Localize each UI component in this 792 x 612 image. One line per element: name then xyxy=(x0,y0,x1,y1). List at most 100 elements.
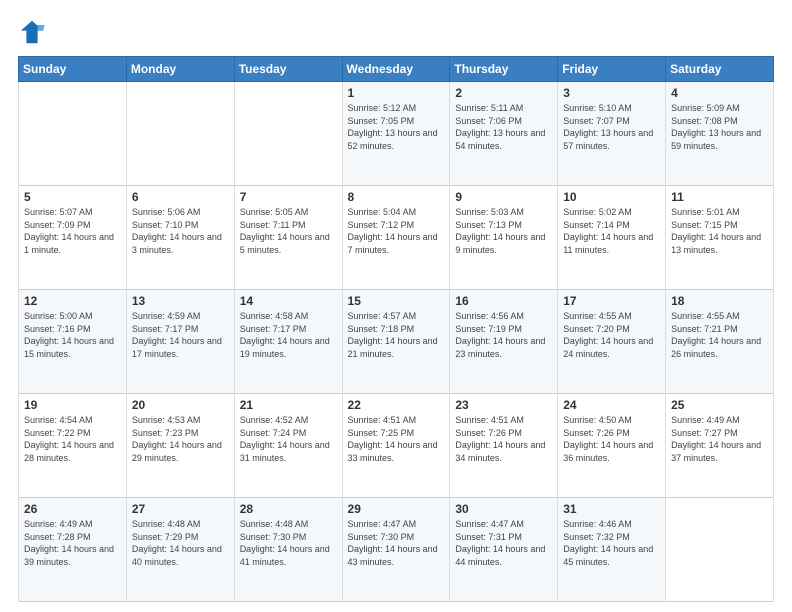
day-info: Sunrise: 5:06 AMSunset: 7:10 PMDaylight:… xyxy=(132,206,229,256)
day-number: 6 xyxy=(132,190,229,204)
day-number: 25 xyxy=(671,398,768,412)
calendar-cell xyxy=(19,82,127,186)
day-info: Sunrise: 4:59 AMSunset: 7:17 PMDaylight:… xyxy=(132,310,229,360)
day-info: Sunrise: 4:47 AMSunset: 7:30 PMDaylight:… xyxy=(348,518,445,568)
calendar-cell: 14Sunrise: 4:58 AMSunset: 7:17 PMDayligh… xyxy=(234,290,342,394)
day-info: Sunrise: 4:49 AMSunset: 7:27 PMDaylight:… xyxy=(671,414,768,464)
calendar-cell: 13 Sunrise: 4:59 AMSunset: 7:17 PMDayligh… xyxy=(126,290,234,394)
header xyxy=(18,18,774,46)
day-number: 23 xyxy=(455,398,552,412)
day-number: 9 xyxy=(455,190,552,204)
day-number: 30 xyxy=(455,502,552,516)
weekday-header-thursday: Thursday xyxy=(450,57,558,82)
day-info: Sunrise: 4:48 AMSunset: 7:30 PMDaylight:… xyxy=(240,518,337,568)
day-number: 24 xyxy=(563,398,660,412)
calendar-cell: 3Sunrise: 5:10 AMSunset: 7:07 PMDaylight… xyxy=(558,82,666,186)
day-info: Sunrise: 4:46 AMSunset: 7:32 PMDaylight:… xyxy=(563,518,660,568)
calendar-cell: 11 Sunrise: 5:01 AMSunset: 7:15 PMDayligh… xyxy=(666,186,774,290)
day-info: Sunrise: 4:50 AMSunset: 7:26 PMDaylight:… xyxy=(563,414,660,464)
day-number: 18 xyxy=(671,294,768,308)
day-number: 28 xyxy=(240,502,337,516)
day-number: 2 xyxy=(455,86,552,100)
calendar-body: 1 Sunrise: 5:12 AMSunset: 7:05 PMDaylight… xyxy=(19,82,774,602)
calendar-cell xyxy=(126,82,234,186)
calendar-cell: 19Sunrise: 4:54 AMSunset: 7:22 PMDayligh… xyxy=(19,394,127,498)
calendar-cell: 23Sunrise: 4:51 AMSunset: 7:26 PMDayligh… xyxy=(450,394,558,498)
day-number: 10 xyxy=(563,190,660,204)
day-number: 31 xyxy=(563,502,660,516)
calendar-cell: 5 Sunrise: 5:07 AMSunset: 7:09 PMDaylight… xyxy=(19,186,127,290)
calendar-cell: 25 Sunrise: 4:49 AMSunset: 7:27 PMDayligh… xyxy=(666,394,774,498)
week-row-3: 12Sunrise: 5:00 AMSunset: 7:16 PMDayligh… xyxy=(19,290,774,394)
day-number: 16 xyxy=(455,294,552,308)
calendar-cell: 10Sunrise: 5:02 AMSunset: 7:14 PMDayligh… xyxy=(558,186,666,290)
day-number: 4 xyxy=(671,86,768,100)
calendar-cell: 27 Sunrise: 4:48 AMSunset: 7:29 PMDayligh… xyxy=(126,498,234,602)
day-info: Sunrise: 5:00 AMSunset: 7:16 PMDaylight:… xyxy=(24,310,121,360)
day-info: Sunrise: 4:51 AMSunset: 7:25 PMDaylight:… xyxy=(348,414,445,464)
day-info: Sunrise: 4:49 AMSunset: 7:28 PMDaylight:… xyxy=(24,518,121,568)
day-info: Sunrise: 5:05 AMSunset: 7:11 PMDaylight:… xyxy=(240,206,337,256)
calendar-cell: 26 Sunrise: 4:49 AMSunset: 7:28 PMDayligh… xyxy=(19,498,127,602)
day-number: 5 xyxy=(24,190,121,204)
weekday-row: SundayMondayTuesdayWednesdayThursdayFrid… xyxy=(19,57,774,82)
logo xyxy=(18,18,50,46)
calendar-cell: 30 Sunrise: 4:47 AMSunset: 7:31 PMDayligh… xyxy=(450,498,558,602)
calendar-cell: 8 Sunrise: 5:04 AMSunset: 7:12 PMDaylight… xyxy=(342,186,450,290)
day-info: Sunrise: 5:09 AMSunset: 7:08 PMDaylight:… xyxy=(671,102,768,152)
calendar-cell: 4 Sunrise: 5:09 AMSunset: 7:08 PMDaylight… xyxy=(666,82,774,186)
day-info: Sunrise: 4:48 AMSunset: 7:29 PMDaylight:… xyxy=(132,518,229,568)
calendar-cell: 12Sunrise: 5:00 AMSunset: 7:16 PMDayligh… xyxy=(19,290,127,394)
day-number: 1 xyxy=(348,86,445,100)
calendar-cell: 28 Sunrise: 4:48 AMSunset: 7:30 PMDayligh… xyxy=(234,498,342,602)
calendar-header: SundayMondayTuesdayWednesdayThursdayFrid… xyxy=(19,57,774,82)
calendar-cell: 20 Sunrise: 4:53 AMSunset: 7:23 PMDayligh… xyxy=(126,394,234,498)
weekday-header-wednesday: Wednesday xyxy=(342,57,450,82)
calendar-cell: 21 Sunrise: 4:52 AMSunset: 7:24 PMDayligh… xyxy=(234,394,342,498)
day-info: Sunrise: 5:07 AMSunset: 7:09 PMDaylight:… xyxy=(24,206,121,256)
day-info: Sunrise: 4:52 AMSunset: 7:24 PMDaylight:… xyxy=(240,414,337,464)
day-number: 19 xyxy=(24,398,121,412)
day-number: 17 xyxy=(563,294,660,308)
calendar: SundayMondayTuesdayWednesdayThursdayFrid… xyxy=(18,56,774,602)
day-number: 8 xyxy=(348,190,445,204)
weekday-header-friday: Friday xyxy=(558,57,666,82)
week-row-4: 19Sunrise: 4:54 AMSunset: 7:22 PMDayligh… xyxy=(19,394,774,498)
calendar-cell: 16Sunrise: 4:56 AMSunset: 7:19 PMDayligh… xyxy=(450,290,558,394)
day-number: 13 xyxy=(132,294,229,308)
day-info: Sunrise: 5:04 AMSunset: 7:12 PMDaylight:… xyxy=(348,206,445,256)
day-number: 29 xyxy=(348,502,445,516)
calendar-cell: 6 Sunrise: 5:06 AMSunset: 7:10 PMDaylight… xyxy=(126,186,234,290)
weekday-header-tuesday: Tuesday xyxy=(234,57,342,82)
day-info: Sunrise: 5:01 AMSunset: 7:15 PMDaylight:… xyxy=(671,206,768,256)
week-row-1: 1 Sunrise: 5:12 AMSunset: 7:05 PMDaylight… xyxy=(19,82,774,186)
calendar-cell: 9Sunrise: 5:03 AMSunset: 7:13 PMDaylight… xyxy=(450,186,558,290)
day-info: Sunrise: 5:12 AMSunset: 7:05 PMDaylight:… xyxy=(348,102,445,152)
calendar-cell: 17 Sunrise: 4:55 AMSunset: 7:20 PMDayligh… xyxy=(558,290,666,394)
day-number: 15 xyxy=(348,294,445,308)
calendar-cell: 22 Sunrise: 4:51 AMSunset: 7:25 PMDayligh… xyxy=(342,394,450,498)
day-info: Sunrise: 4:53 AMSunset: 7:23 PMDaylight:… xyxy=(132,414,229,464)
day-number: 22 xyxy=(348,398,445,412)
calendar-cell: 31 Sunrise: 4:46 AMSunset: 7:32 PMDayligh… xyxy=(558,498,666,602)
weekday-header-saturday: Saturday xyxy=(666,57,774,82)
calendar-cell: 2 Sunrise: 5:11 AMSunset: 7:06 PMDaylight… xyxy=(450,82,558,186)
calendar-cell: 29 Sunrise: 4:47 AMSunset: 7:30 PMDayligh… xyxy=(342,498,450,602)
day-number: 21 xyxy=(240,398,337,412)
day-info: Sunrise: 5:11 AMSunset: 7:06 PMDaylight:… xyxy=(455,102,552,152)
day-info: Sunrise: 4:55 AMSunset: 7:21 PMDaylight:… xyxy=(671,310,768,360)
day-info: Sunrise: 4:55 AMSunset: 7:20 PMDaylight:… xyxy=(563,310,660,360)
calendar-cell: 15Sunrise: 4:57 AMSunset: 7:18 PMDayligh… xyxy=(342,290,450,394)
calendar-table: SundayMondayTuesdayWednesdayThursdayFrid… xyxy=(18,56,774,602)
day-number: 11 xyxy=(671,190,768,204)
day-number: 27 xyxy=(132,502,229,516)
day-info: Sunrise: 4:47 AMSunset: 7:31 PMDaylight:… xyxy=(455,518,552,568)
week-row-5: 26 Sunrise: 4:49 AMSunset: 7:28 PMDayligh… xyxy=(19,498,774,602)
calendar-cell: 24 Sunrise: 4:50 AMSunset: 7:26 PMDayligh… xyxy=(558,394,666,498)
weekday-header-sunday: Sunday xyxy=(19,57,127,82)
day-number: 26 xyxy=(24,502,121,516)
day-info: Sunrise: 4:58 AMSunset: 7:17 PMDaylight:… xyxy=(240,310,337,360)
page: SundayMondayTuesdayWednesdayThursdayFrid… xyxy=(0,0,792,612)
day-number: 20 xyxy=(132,398,229,412)
day-number: 3 xyxy=(563,86,660,100)
